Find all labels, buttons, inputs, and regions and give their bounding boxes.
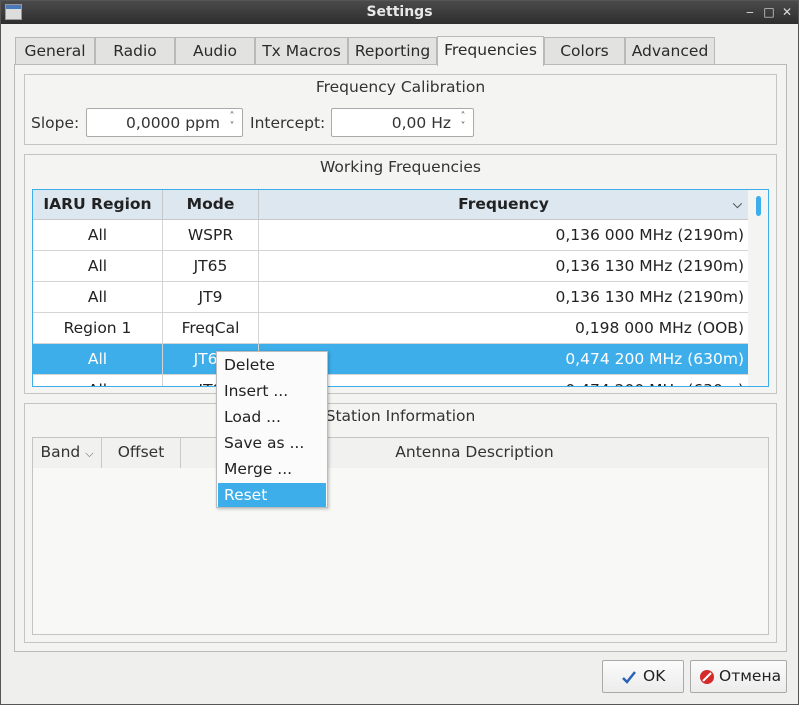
cell-frequency: 0,136 000 MHz (2190m) (555, 226, 744, 244)
check-icon (622, 671, 636, 684)
column-header-band-label: Band (40, 443, 81, 461)
slope-spinbox[interactable]: 0,0000 ppm ˄ ˅ (86, 108, 243, 137)
cancel-label: Отмена (719, 667, 782, 685)
column-header-band[interactable]: Band ⌵ (33, 438, 102, 468)
column-header-frequency[interactable]: Frequency ⌵ (259, 190, 748, 220)
menu-item-load[interactable]: Load ... (218, 405, 326, 429)
table-header: IARU Region Mode Frequency ⌵ (33, 190, 748, 220)
cell-mode: JT9 (163, 282, 259, 313)
intercept-value: 0,00 Hz (391, 114, 451, 132)
cell-region: All (33, 251, 163, 282)
table-row[interactable]: All JT9 0,474 200 MHz (630m) (33, 375, 748, 386)
menu-item-merge[interactable]: Merge ... (218, 457, 326, 481)
menu-item-save-as[interactable]: Save as ... (218, 431, 326, 455)
cancel-icon (700, 670, 714, 684)
tab-general[interactable]: General (15, 37, 95, 65)
ok-label: OK (643, 667, 666, 685)
tab-tx-macros[interactable]: Tx Macros (255, 37, 348, 65)
tab-audio[interactable]: Audio (175, 37, 255, 65)
frequency-calibration-title: Frequency Calibration (315, 78, 486, 96)
cell-frequency: 0,136 130 MHz (2190m) (555, 257, 744, 275)
frequency-calibration-group: Frequency Calibration Slope: 0,0000 ppm … (24, 74, 777, 145)
column-header-iaru-region[interactable]: IARU Region (33, 190, 163, 220)
tab-frequencies[interactable]: Frequencies (437, 36, 544, 66)
menu-item-insert[interactable]: Insert ... (218, 379, 326, 403)
chevron-down-icon: ⌵ (85, 447, 94, 460)
tab-radio[interactable]: Radio (95, 37, 175, 65)
cell-region: All (33, 282, 163, 313)
tab-advanced[interactable]: Advanced (625, 37, 715, 65)
settings-window: Settings ‒ □ ✕ General Radio Audio Tx Ma… (0, 0, 799, 705)
cancel-button[interactable]: Отмена (690, 660, 787, 693)
chevron-down-icon: ⌵ (732, 197, 742, 211)
cell-region: All (33, 344, 163, 375)
table-row[interactable]: Region 1 FreqCal 0,198 000 MHz (OOB) (33, 313, 748, 344)
cell-region: All (33, 220, 163, 251)
cell-mode: JT65 (163, 251, 259, 282)
column-header-mode[interactable]: Mode (163, 190, 259, 220)
station-information-title: Station Information (325, 407, 476, 425)
cell-region: All (33, 375, 163, 386)
working-frequencies-table[interactable]: IARU Region Mode Frequency ⌵ All WSPR 0,… (32, 189, 769, 387)
tab-colors[interactable]: Colors (544, 37, 625, 65)
frequencies-panel: Frequency Calibration Slope: 0,0000 ppm … (14, 64, 787, 652)
minimize-button[interactable]: ‒ (742, 3, 758, 21)
vertical-scrollbar[interactable] (748, 190, 768, 386)
cell-mode: FreqCal (163, 313, 259, 344)
window-title: Settings (366, 4, 433, 20)
menu-item-reset[interactable]: Reset (218, 483, 326, 507)
working-frequencies-group: Working Frequencies IARU Region Mode Fre… (24, 154, 777, 394)
maximize-button[interactable]: □ (761, 3, 777, 21)
tab-reporting[interactable]: Reporting (348, 37, 437, 65)
table-row[interactable]: All WSPR 0,136 000 MHz (2190m) (33, 220, 748, 251)
cell-frequency: 0,474 200 MHz (630m) (259, 375, 748, 386)
table-row[interactable]: All JT9 0,136 130 MHz (2190m) (33, 282, 748, 313)
table-row-selected[interactable]: All JT65 0,474 200 MHz (630m) (33, 344, 748, 375)
spin-arrows-icon[interactable]: ˄ ˅ (226, 112, 238, 134)
working-frequencies-title: Working Frequencies (320, 158, 481, 176)
scrollbar-thumb[interactable] (756, 196, 761, 216)
ok-button[interactable]: OK (602, 660, 684, 693)
slope-value: 0,0000 ppm (126, 114, 220, 132)
titlebar[interactable]: Settings ‒ □ ✕ (1, 1, 798, 24)
intercept-label: Intercept: (250, 114, 326, 132)
menu-item-delete[interactable]: Delete (218, 353, 326, 377)
column-header-offset[interactable]: Offset (102, 438, 181, 468)
station-information-table[interactable]: Band ⌵ Offset Antenna Description (32, 437, 769, 635)
close-button[interactable]: ✕ (779, 3, 795, 21)
context-menu: Delete Insert ... Load ... Save as ... M… (216, 351, 328, 508)
column-header-frequency-label: Frequency (458, 195, 549, 213)
cell-frequency: 0,136 130 MHz (2190m) (555, 288, 744, 306)
cell-frequency: 0,198 000 MHz (OOB) (574, 319, 744, 337)
spin-arrows-icon[interactable]: ˄ ˅ (457, 112, 469, 134)
intercept-spinbox[interactable]: 0,00 Hz ˄ ˅ (331, 108, 474, 137)
cell-frequency: 0,474 200 MHz (630m) (565, 350, 744, 368)
table-row[interactable]: All JT65 0,136 130 MHz (2190m) (33, 251, 748, 282)
station-information-group: Station Information Band ⌵ Offset Antenn… (24, 403, 777, 643)
cell-region: Region 1 (33, 313, 163, 344)
cell-mode: WSPR (163, 220, 259, 251)
slope-label: Slope: (31, 114, 80, 132)
